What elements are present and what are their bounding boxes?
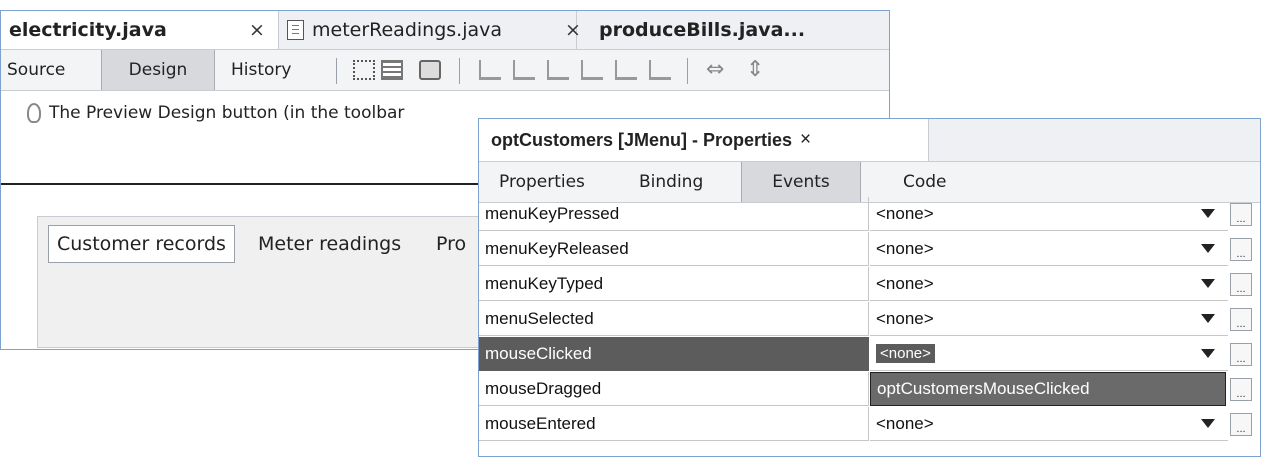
tab-meterreadings-java[interactable]: meterReadings.java × [279, 11, 581, 49]
dropdown-arrow-icon[interactable] [1201, 349, 1215, 358]
event-handler-select[interactable]: <none> [870, 337, 1228, 371]
ellipsis-button[interactable]: ... [1230, 413, 1252, 436]
dropdown-arrow-icon[interactable] [1201, 314, 1215, 323]
event-name: menuKeyPressed [479, 197, 869, 231]
design-button[interactable]: Design [101, 50, 215, 90]
table-row: menuKeyPressed <none> ... [479, 197, 1260, 232]
source-button[interactable]: Source [7, 50, 65, 90]
dropdown-arrow-icon[interactable] [1201, 279, 1215, 288]
tab-electricity-java[interactable]: electricity.java × [1, 11, 279, 49]
tab-binding[interactable]: Binding [639, 162, 703, 202]
ellipsis-button[interactable]: ... [1230, 308, 1252, 331]
ellipsis-button[interactable]: ... [1230, 203, 1252, 226]
close-icon[interactable]: × [565, 19, 581, 41]
table-row: menuKeyTyped <none> ... [479, 267, 1260, 302]
ellipsis-button[interactable]: ... [1230, 238, 1252, 261]
event-name: mouseClicked [479, 337, 869, 371]
properties-tab-bar: optCustomers [JMenu] - Properties × [479, 119, 1260, 162]
dropdown-option-handler[interactable]: optCustomersMouseClicked [870, 372, 1226, 406]
tab-meter-readings[interactable]: Meter readings [250, 225, 409, 263]
align-top-icon[interactable] [581, 60, 603, 80]
ellipsis-button[interactable]: ... [1230, 343, 1252, 366]
tab-customer-records[interactable]: Customer records [48, 225, 235, 263]
view-toolbar: Source Design History ⇔ ⇕ [1, 50, 889, 91]
table-row: mouseDragged optCustomersMouseClicked ..… [479, 372, 1260, 407]
properties-title: optCustomers [JMenu] - Properties [491, 129, 793, 150]
resize-horizontal-icon[interactable]: ⇔ [706, 59, 728, 81]
table-row: mouseEntered <none> ... [479, 407, 1260, 442]
selection-mode-icon[interactable] [353, 60, 375, 80]
tab-producebills-java[interactable]: produceBills.java... [599, 11, 879, 49]
selected-value: <none> [876, 344, 935, 363]
preview-hint: The Preview Design button (in the toolba… [27, 103, 404, 123]
tab-label: meterReadings.java [312, 19, 503, 41]
event-name: mouseEntered [479, 407, 869, 441]
dropdown-arrow-icon[interactable] [1201, 209, 1215, 218]
event-name: mouseDragged [479, 372, 869, 406]
toolbar-separator [459, 58, 460, 84]
properties-window: optCustomers [JMenu] - Properties × Prop… [478, 118, 1261, 457]
table-row: menuKeyReleased <none> ... [479, 232, 1260, 267]
tab-label: produceBills.java... [599, 19, 806, 41]
ellipsis-button[interactable]: ... [1230, 378, 1252, 401]
file-tab-bar: electricity.java × meterReadings.java × … [1, 11, 889, 50]
tab-events[interactable]: Events [741, 162, 861, 202]
tab-label: electricity.java [9, 19, 167, 41]
event-handler-select[interactable]: <none> [870, 197, 1228, 231]
table-row: menuSelected <none> ... [479, 302, 1260, 337]
event-name: menuKeyTyped [479, 267, 869, 301]
history-button[interactable]: History [231, 50, 291, 90]
dropdown-arrow-icon[interactable] [1201, 244, 1215, 253]
align-left-icon[interactable] [479, 60, 501, 80]
java-file-icon [287, 20, 304, 40]
toolbar-separator [687, 58, 688, 84]
toolbar-separator [336, 58, 337, 84]
lightbulb-icon [27, 103, 41, 123]
preview-design-icon[interactable] [419, 60, 441, 80]
close-icon[interactable]: × [249, 19, 265, 41]
center-vertical-icon[interactable] [649, 60, 671, 80]
table-row-selected: mouseClicked <none> ... [479, 337, 1260, 372]
hint-text: The Preview Design button (in the toolba… [49, 103, 405, 123]
center-horizontal-icon[interactable] [547, 60, 569, 80]
align-bottom-icon[interactable] [615, 60, 637, 80]
close-icon[interactable]: × [800, 129, 811, 151]
event-handler-select[interactable]: <none> [870, 302, 1228, 336]
event-handler-select[interactable]: <none> [870, 407, 1228, 441]
event-handler-select[interactable]: <none> [870, 232, 1228, 266]
align-right-icon[interactable] [513, 60, 535, 80]
event-name: menuSelected [479, 302, 869, 336]
connection-mode-icon[interactable] [381, 60, 403, 80]
tab-code[interactable]: Code [903, 162, 947, 202]
event-handler-select[interactable]: <none> [870, 267, 1228, 301]
form-tabbed-pane: Customer records Meter readings Pro [37, 216, 479, 348]
properties-title-tab[interactable]: optCustomers [JMenu] - Properties × [479, 119, 929, 161]
tab-produce-bills[interactable]: Pro [428, 225, 474, 263]
event-name: menuKeyReleased [479, 232, 869, 266]
dropdown-arrow-icon[interactable] [1201, 419, 1215, 428]
ellipsis-button[interactable]: ... [1230, 273, 1252, 296]
resize-vertical-icon[interactable]: ⇕ [746, 59, 768, 81]
tab-properties[interactable]: Properties [499, 162, 585, 202]
